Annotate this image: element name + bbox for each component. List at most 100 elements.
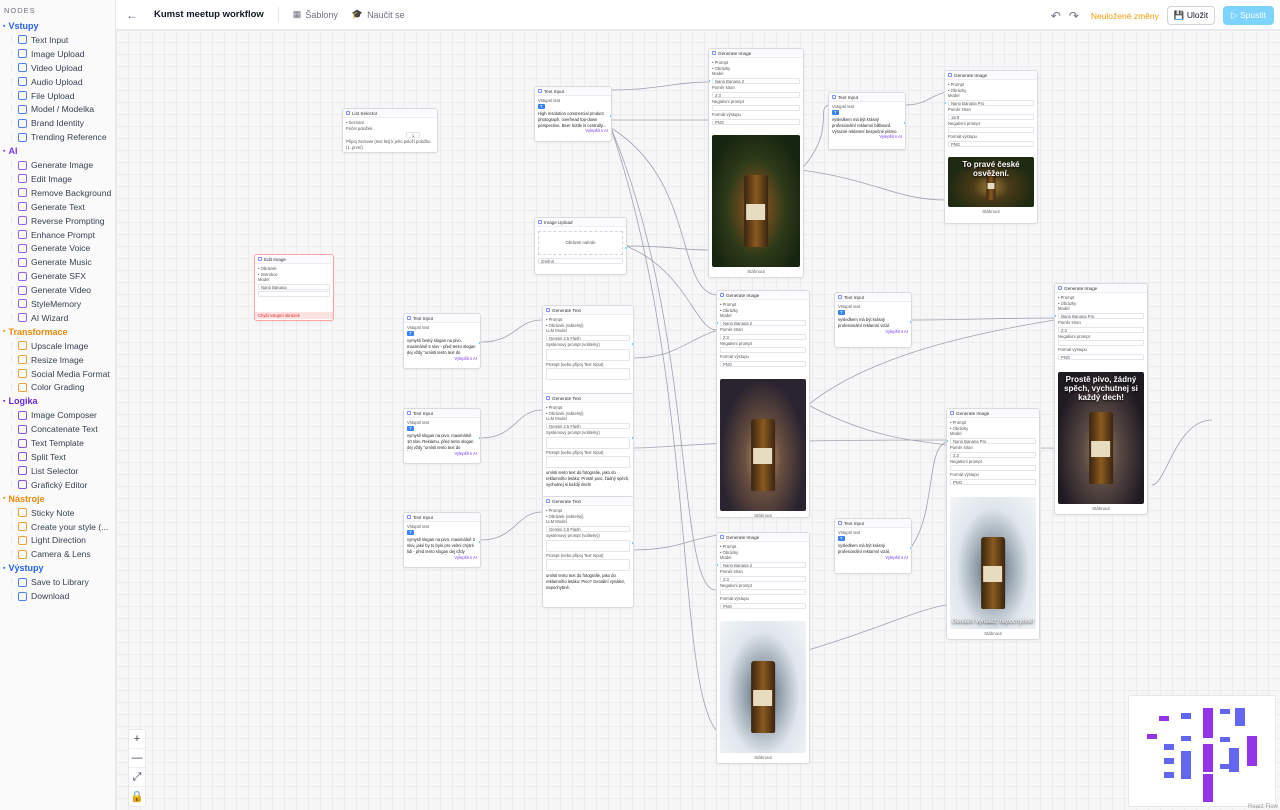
node-select[interactable]: PNG — [720, 603, 806, 610]
drag-handle-icon[interactable]: ⋮ — [8, 119, 15, 127]
enhance-with-ai-button[interactable]: Vylepšit s AI — [407, 451, 477, 457]
node-select[interactable]: Gemini 2.5 Flash — [546, 526, 630, 533]
node-select[interactable]: 2:3 — [720, 333, 806, 340]
output-handle[interactable] — [478, 341, 480, 345]
generate-image-node[interactable]: Generate Image • Prompt • Obrázky Model Nano… — [944, 70, 1038, 224]
node-header[interactable]: Text Input — [535, 87, 611, 96]
sidebar-section-header[interactable]: ▪ AI — [0, 144, 115, 158]
lock-button[interactable]: 🔒 — [129, 787, 145, 806]
text-input-value[interactable]: High resolution commercial product photo… — [538, 111, 608, 128]
output-handle[interactable] — [478, 540, 480, 544]
sidebar-item[interactable]: ⋮ Image Composer — [0, 408, 115, 422]
system-prompt-input[interactable] — [546, 436, 630, 449]
node-header[interactable]: Text Input — [404, 513, 480, 522]
node-select[interactable]: 2:3 — [950, 451, 1036, 458]
instruction-input[interactable] — [258, 291, 330, 298]
output-handle[interactable] — [631, 541, 633, 545]
workflow-title[interactable]: Kumst meetup workflow — [154, 6, 279, 23]
generate-image-node[interactable]: Generate Image • Prompt • Obrázky Model Nano… — [946, 408, 1040, 640]
drag-handle-icon[interactable]: ⋮ — [8, 92, 15, 100]
sidebar-item[interactable]: ⋮ File Upload — [0, 89, 115, 103]
text-input-value[interactable]: vysledkem má být krásný profesionální re… — [838, 317, 908, 328]
sidebar-item[interactable]: ⋮ Audio Upload — [0, 75, 115, 89]
drag-handle-icon[interactable]: ⋮ — [8, 536, 15, 544]
sidebar-item[interactable]: ⋮ Download — [0, 589, 115, 603]
node-header[interactable]: Generate Image — [945, 71, 1037, 80]
output-handle[interactable] — [624, 246, 626, 250]
sidebar-item[interactable]: ⋮ Create your style (... — [0, 520, 115, 534]
sidebar-item[interactable]: ⋮ Concatenate Text — [0, 422, 115, 436]
node-chip[interactable]: T — [407, 529, 414, 536]
enhance-with-ai-button[interactable]: Vylepšit s AI — [838, 555, 908, 561]
output-handle[interactable] — [903, 121, 905, 125]
sidebar-item[interactable]: ⋮ Text Template — [0, 436, 115, 450]
enhance-with-ai-button[interactable]: Vylepšit s AI — [838, 329, 908, 335]
node-select[interactable]: 2:3 — [712, 91, 800, 98]
drag-handle-icon[interactable]: ⋮ — [8, 370, 15, 378]
node-select[interactable]: PNG — [712, 119, 800, 126]
node-select[interactable]: PNG — [950, 479, 1036, 486]
upload-drop-zone[interactable]: Obrázek nahrán — [538, 231, 623, 255]
sidebar-item[interactable]: ⋮ Video Upload — [0, 61, 115, 75]
zoom-in-button[interactable]: + — [129, 730, 145, 749]
drag-handle-icon[interactable]: ⋮ — [8, 411, 15, 419]
item-index-stepper[interactable]: 1 — [406, 132, 420, 139]
drag-handle-icon[interactable]: ⋮ — [8, 578, 15, 586]
generate-image-node[interactable]: Generate Image • Prompt • Obrázky Model Nano… — [716, 290, 810, 518]
sidebar-item[interactable]: ⋮ Text Input — [0, 33, 115, 47]
output-handle[interactable] — [909, 320, 911, 324]
text-input-value[interactable]: vymysli český slogan na pivo, maximálně … — [407, 338, 477, 356]
text-input-node[interactable]: Text Input Vstupní text Tvysledkem má být … — [834, 292, 912, 348]
node-select[interactable]: 16:9 — [948, 113, 1034, 120]
drag-handle-icon[interactable]: ⋮ — [8, 244, 15, 252]
generate-image-node[interactable]: Generate Image • Prompt • Obrázky Model Nano… — [708, 48, 804, 278]
drag-handle-icon[interactable]: ⋮ — [8, 356, 15, 364]
sidebar-item[interactable]: ⋮ Reverse Prompting — [0, 214, 115, 228]
node-header[interactable]: Generate Image — [717, 291, 809, 300]
drag-handle-icon[interactable]: ⋮ — [8, 425, 15, 433]
sidebar-item[interactable]: ⋮ Split Text — [0, 450, 115, 464]
negative-prompt-input[interactable] — [1058, 340, 1144, 347]
sidebar-item[interactable]: ⋮ Camera & Lens — [0, 547, 115, 561]
generated-image[interactable]: To pravé české osvěžení. — [948, 157, 1034, 207]
download-button[interactable]: Stáhnout — [945, 209, 1037, 214]
node-chip[interactable]: T — [838, 535, 845, 542]
enhance-with-ai-button[interactable]: Vylepšit s AI — [832, 134, 902, 140]
drag-handle-icon[interactable]: ⋮ — [8, 272, 15, 280]
drag-handle-icon[interactable]: ⋮ — [8, 78, 15, 86]
sidebar-item[interactable]: ⋮ Sticky Note — [0, 506, 115, 520]
save-button[interactable]: 💾 Uložit — [1166, 6, 1216, 25]
text-input-node[interactable]: Text Input Vstupní text Tvymysli český slo… — [403, 313, 481, 369]
run-button[interactable]: ▷ Spustit — [1223, 6, 1274, 25]
node-select[interactable]: Nano Banana Pro — [1058, 313, 1144, 320]
prompt-input[interactable] — [546, 456, 630, 469]
node-select[interactable]: 2:3 — [720, 575, 806, 582]
undo-icon[interactable]: ↶ — [1051, 9, 1061, 23]
node-chip[interactable]: T — [832, 109, 839, 116]
generate-text-node[interactable]: Generate Text • Prompt • Obrázek (voliteln… — [542, 393, 634, 499]
list-selector-node[interactable]: List Selector • Seznam Počet položek 1 Připo… — [342, 108, 438, 153]
sidebar-item[interactable]: ⋮ StyleMemory — [0, 297, 115, 311]
drag-handle-icon[interactable]: ⋮ — [8, 175, 15, 183]
drag-handle-icon[interactable]: ⋮ — [8, 36, 15, 44]
download-button[interactable]: Stáhnout — [1055, 506, 1147, 511]
node-select[interactable]: PNG — [948, 141, 1034, 148]
node-header[interactable]: Text Input — [404, 314, 480, 323]
drag-handle-icon[interactable]: ⋮ — [8, 258, 15, 266]
sidebar-item[interactable]: ⋮ Generate SFX — [0, 269, 115, 283]
drag-handle-icon[interactable]: ⋮ — [8, 509, 15, 517]
drag-handle-icon[interactable]: ⋮ — [8, 203, 15, 211]
sidebar-item[interactable]: ⋮ Trending Reference — [0, 130, 115, 144]
generate-image-node[interactable]: Generate Image • Prompt • Obrázky Model Nano… — [716, 532, 810, 764]
node-header[interactable]: Generate Image — [1055, 284, 1147, 293]
node-select[interactable]: Gemini 2.5 Flash — [546, 335, 630, 342]
generate-image-node[interactable]: Generate Image • Prompt • Obrázky Model Nano… — [1054, 283, 1148, 515]
node-select[interactable]: Nano Banana 2 — [720, 320, 806, 327]
generated-image[interactable] — [720, 621, 806, 753]
text-input-node[interactable]: Text Input Vstupní text Tvysledkem má být … — [834, 518, 912, 574]
prompt-input[interactable] — [546, 368, 630, 381]
generate-text-node[interactable]: Generate Text • Prompt • Obrázek (voliteln… — [542, 305, 634, 397]
node-header[interactable]: Text Input — [835, 519, 911, 528]
workflow-canvas[interactable]: List Selector • Seznam Počet položek 1 Připo… — [116, 30, 1280, 810]
node-chip[interactable]: T — [838, 309, 845, 316]
